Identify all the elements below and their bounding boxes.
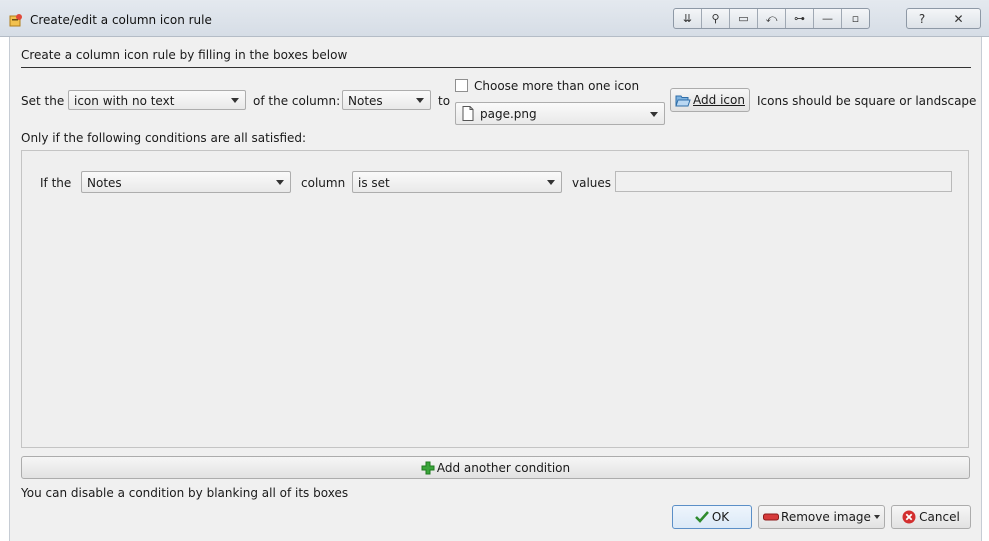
chevron-down-icon [276,180,284,185]
if-the-label: If the [40,176,72,190]
help-icon[interactable]: ? [906,8,938,29]
file-icon [462,106,474,121]
condition-values-input[interactable] [615,171,952,192]
check-icon [694,511,709,523]
add-icon-button[interactable]: Add icon [670,88,750,112]
icon-file-select[interactable]: page.png [455,102,665,125]
conditions-label: Only if the following conditions are all… [21,131,307,145]
rule-column-select[interactable]: Notes [342,90,431,110]
chevron-down-icon [547,180,555,185]
disable-hint: You can disable a condition by blanking … [21,486,349,500]
to-label: to [438,94,451,108]
remove-image-button[interactable]: Remove image [758,505,885,529]
cancel-button[interactable]: Cancel [891,505,971,529]
window-icon[interactable]: ▭ [730,9,758,28]
plus-icon [421,461,435,474]
chevron-down-icon [650,112,658,117]
cancel-icon [902,510,916,524]
multi-icon-label: Choose more than one icon [474,79,640,93]
remove-icon [763,513,780,521]
title-bar: Create/edit a column icon rule ⇊ ⚲ ▭ ⤺ ⊶… [0,0,989,37]
condition-column-select[interactable]: Notes [81,171,291,193]
of-column-label: of the column: [253,94,341,108]
dropdown-arrow-icon [873,515,880,519]
link-icon[interactable]: ⊶ [786,9,814,28]
dialog-heading: Create a column icon rule by filling in … [21,48,348,62]
minimize-icon[interactable]: — [814,9,842,28]
close-icon[interactable]: ✕ [937,8,981,29]
rollup-icon[interactable]: ⤺ [758,9,786,28]
ok-button[interactable]: OK [672,505,752,529]
values-label: values [572,176,612,190]
dialog-body: Create a column icon rule by filling in … [9,37,982,541]
add-icon-label: Add icon [693,93,745,107]
condition-action-select[interactable]: is set [352,171,562,193]
window-tools: ⇊ ⚲ ▭ ⤺ ⊶ — ▫ [673,8,870,29]
conditions-panel: If the Notes column is set values [21,150,969,448]
icons-hint: Icons should be square or landscape [757,94,977,108]
multi-icon-checkbox[interactable] [455,79,468,92]
folder-open-icon [675,95,691,106]
set-the-label: Set the [21,94,65,108]
add-condition-button[interactable]: Add another condition [21,456,970,479]
maximize-icon[interactable]: ▫ [842,9,869,28]
window-title: Create/edit a column icon rule [30,13,212,27]
chevron-down-icon [231,98,239,103]
chevron-down-icon [416,98,424,103]
scroll-down-icon[interactable]: ⇊ [674,9,702,28]
rule-kind-select[interactable]: icon with no text [68,90,246,110]
calibre-app-icon [9,14,22,27]
pin-icon[interactable]: ⚲ [702,9,730,28]
column-label: column [301,176,346,190]
heading-divider [21,67,971,68]
